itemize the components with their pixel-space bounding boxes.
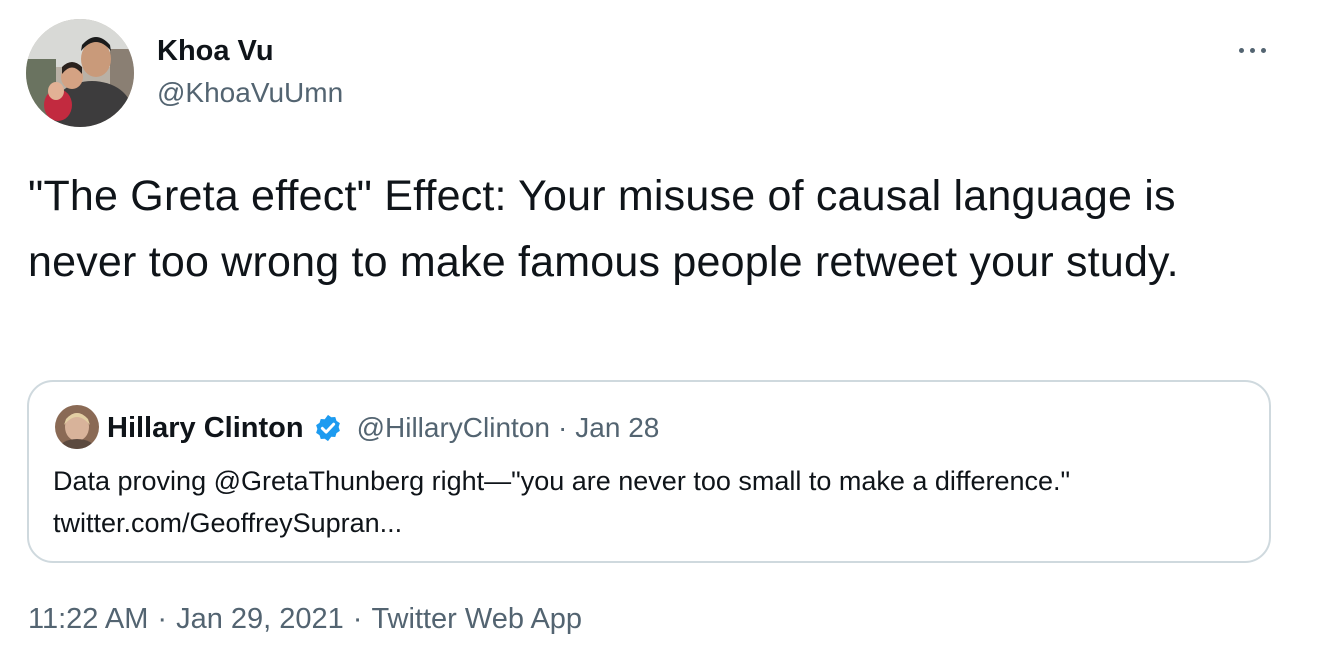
quoted-avatar-photo [55,405,99,449]
author-handle[interactable]: @KhoaVuUmn [157,76,343,110]
tweet-source[interactable]: Twitter Web App [371,603,582,635]
tweet-text: "The Greta effect" Effect: Your misuse o… [28,172,1179,286]
quoted-tweet-text: Data proving @GretaThunberg right—"you a… [53,466,1071,538]
meta-separator: · [352,603,363,635]
quoted-tweet-card[interactable]: Hillary Clinton @HillaryClinton · Jan 28… [27,380,1271,563]
tweet-date[interactable]: Jan 29, 2021 [176,603,344,635]
more-options-icon-dot [1260,47,1266,53]
tweet-time[interactable]: 11:22 AM [28,603,148,635]
quoted-author-avatar [55,405,99,449]
more-options-button[interactable] [1224,30,1280,70]
tweet-meta: 11:22 AM · Jan 29, 2021 · Twitter Web App [28,600,582,638]
quoted-tweet-header: Hillary Clinton @HillaryClinton · Jan 28 [107,408,659,448]
verified-badge-icon [313,413,343,443]
quoted-author-name: Hillary Clinton [107,411,304,444]
quoted-author-handle: @HillaryClinton [356,412,550,443]
more-options-icon [1238,47,1244,53]
avatar-photo [26,19,134,127]
author-display-name[interactable]: Khoa Vu [157,33,274,69]
quoted-tweet-date: Jan 28 [575,412,660,443]
more-options-icon-dot [1249,47,1255,53]
author-avatar[interactable] [26,19,134,127]
quoted-separator: · [557,412,568,443]
meta-separator: · [157,603,168,635]
